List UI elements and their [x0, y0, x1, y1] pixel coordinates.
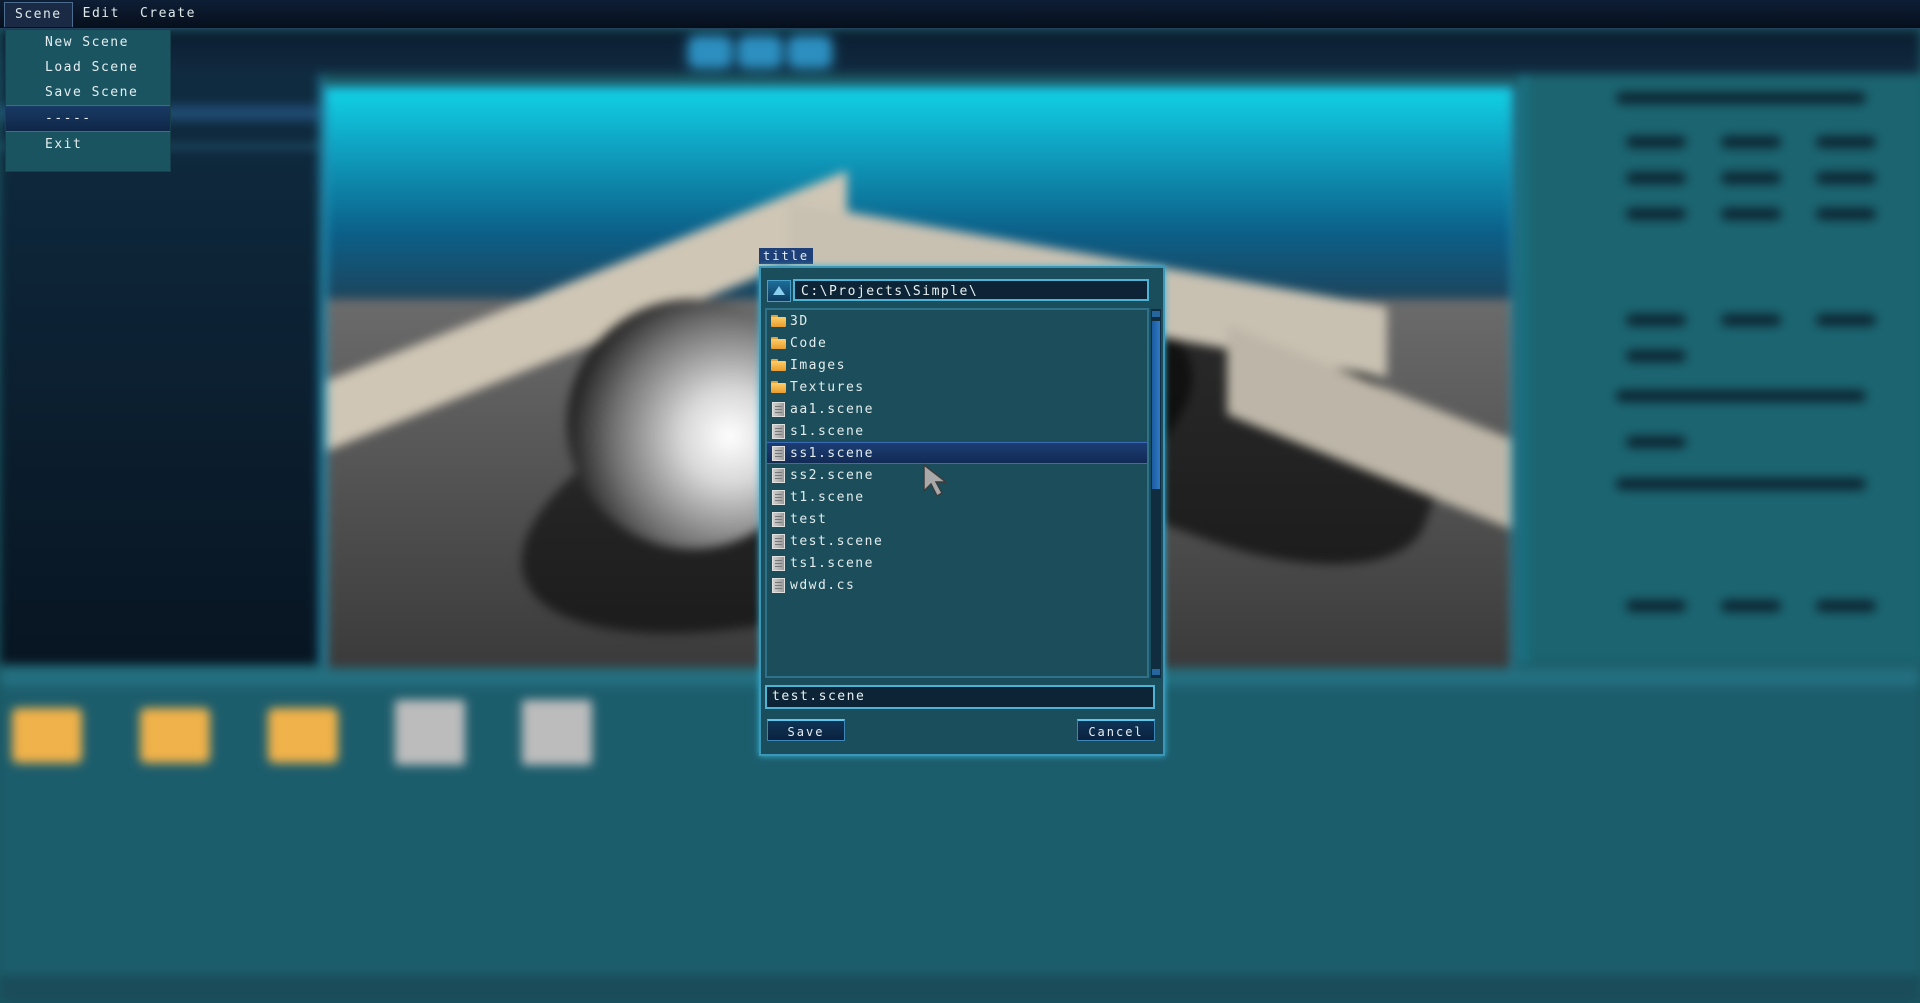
- scrollbar-thumb[interactable]: [1152, 321, 1160, 489]
- toolbar-button[interactable]: [790, 38, 830, 66]
- property-field[interactable]: [1616, 478, 1866, 490]
- file-list-item[interactable]: test.scene: [767, 530, 1147, 552]
- document-icon: [772, 489, 785, 505]
- save-file-dialog: C:\Projects\Simple\ 3D Code Images Textu…: [759, 266, 1165, 756]
- file-list-scrollbar[interactable]: [1151, 309, 1161, 678]
- scene-menu-dropdown: New Scene Load Scene Save Scene ----- Ex…: [5, 29, 171, 172]
- file-name: 3D: [790, 313, 809, 329]
- property-field[interactable]: [1626, 350, 1686, 362]
- property-field[interactable]: [1626, 600, 1686, 612]
- menu-item-new-scene[interactable]: New Scene: [6, 30, 170, 55]
- file-name: test.scene: [790, 533, 884, 549]
- file-list-item[interactable]: wdwd.cs: [767, 574, 1147, 596]
- property-field[interactable]: [1721, 136, 1781, 148]
- scroll-up-arrow[interactable]: [1152, 311, 1160, 317]
- property-field[interactable]: [1816, 136, 1876, 148]
- property-field[interactable]: [1721, 172, 1781, 184]
- menu-item-exit[interactable]: Exit: [6, 132, 170, 157]
- folder-icon: [771, 359, 786, 371]
- file-name: ts1.scene: [790, 555, 874, 571]
- file-name: Textures: [790, 379, 865, 395]
- file-list[interactable]: 3D Code Images Textures aa1.scene s1.sce…: [765, 308, 1149, 678]
- file-name: Images: [790, 357, 846, 373]
- parent-folder-button[interactable]: [767, 280, 791, 302]
- toolbar-button[interactable]: [740, 38, 780, 66]
- property-field[interactable]: [1816, 600, 1876, 612]
- folder-icon[interactable]: [12, 708, 82, 763]
- property-field[interactable]: [1721, 600, 1781, 612]
- arrow-up-icon: [773, 286, 785, 295]
- property-field[interactable]: [1626, 208, 1686, 220]
- document-icon: [772, 577, 785, 593]
- folder-icon: [771, 381, 786, 393]
- file-list-item[interactable]: s1.scene: [767, 420, 1147, 442]
- menu-item-save-scene[interactable]: Save Scene: [6, 80, 170, 105]
- document-icon: [772, 533, 785, 549]
- status-bar: [0, 975, 1920, 1003]
- property-field[interactable]: [1616, 92, 1866, 104]
- menu-item-load-scene[interactable]: Load Scene: [6, 55, 170, 80]
- filename-input[interactable]: test.scene: [765, 685, 1155, 709]
- file-list-item[interactable]: aa1.scene: [767, 398, 1147, 420]
- folder-icon[interactable]: [140, 708, 210, 763]
- file-name: wdwd.cs: [790, 577, 856, 593]
- file-name: ss2.scene: [790, 467, 874, 483]
- property-field[interactable]: [1721, 314, 1781, 326]
- file-list-item[interactable]: test: [767, 508, 1147, 530]
- toolbar: [0, 30, 1920, 74]
- file-list-item[interactable]: ts1.scene: [767, 552, 1147, 574]
- menu-edit[interactable]: Edit: [73, 2, 130, 26]
- file-list-item[interactable]: Code: [767, 332, 1147, 354]
- file-list-item[interactable]: ss2.scene: [767, 464, 1147, 486]
- mouse-pointer-icon: [923, 463, 949, 498]
- folder-icon: [771, 337, 786, 349]
- property-field[interactable]: [1816, 208, 1876, 220]
- property-field[interactable]: [1816, 172, 1876, 184]
- property-field[interactable]: [1626, 172, 1686, 184]
- file-name: Code: [790, 335, 828, 351]
- toolbar-button[interactable]: [690, 38, 730, 66]
- menu-create[interactable]: Create: [130, 2, 206, 26]
- document-icon: [772, 401, 785, 417]
- document-icon: [772, 555, 785, 571]
- file-name: ss1.scene: [790, 445, 874, 461]
- menubar: Scene Edit Create: [0, 0, 1920, 29]
- folder-icon[interactable]: [268, 708, 338, 763]
- cancel-button[interactable]: Cancel: [1077, 719, 1155, 741]
- document-icon: [772, 511, 785, 527]
- folder-icon: [771, 315, 786, 327]
- dialog-title: title: [759, 248, 814, 264]
- file-name: test: [790, 511, 828, 527]
- property-field[interactable]: [1816, 314, 1876, 326]
- property-field[interactable]: [1721, 208, 1781, 220]
- path-input[interactable]: C:\Projects\Simple\: [793, 279, 1149, 301]
- file-icon[interactable]: [522, 700, 592, 765]
- properties-panel: [1520, 74, 1920, 664]
- file-list-item[interactable]: 3D: [767, 310, 1147, 332]
- file-name: aa1.scene: [790, 401, 874, 417]
- document-icon: [772, 467, 785, 483]
- property-field[interactable]: [1626, 136, 1686, 148]
- save-button[interactable]: Save: [767, 719, 845, 741]
- file-name: t1.scene: [790, 489, 865, 505]
- document-icon: [772, 445, 785, 461]
- file-icon[interactable]: [395, 700, 465, 765]
- scroll-down-arrow[interactable]: [1152, 669, 1160, 675]
- property-field[interactable]: [1616, 390, 1866, 402]
- property-field[interactable]: [1626, 314, 1686, 326]
- menu-item-separator[interactable]: -----: [6, 105, 170, 132]
- document-icon: [772, 423, 785, 439]
- property-field[interactable]: [1626, 436, 1686, 448]
- menu-scene[interactable]: Scene: [4, 1, 73, 27]
- file-list-item[interactable]: Textures: [767, 376, 1147, 398]
- file-list-item[interactable]: Images: [767, 354, 1147, 376]
- file-list-item[interactable]: t1.scene: [767, 486, 1147, 508]
- file-name: s1.scene: [790, 423, 865, 439]
- file-list-item-selected[interactable]: ss1.scene: [767, 442, 1147, 464]
